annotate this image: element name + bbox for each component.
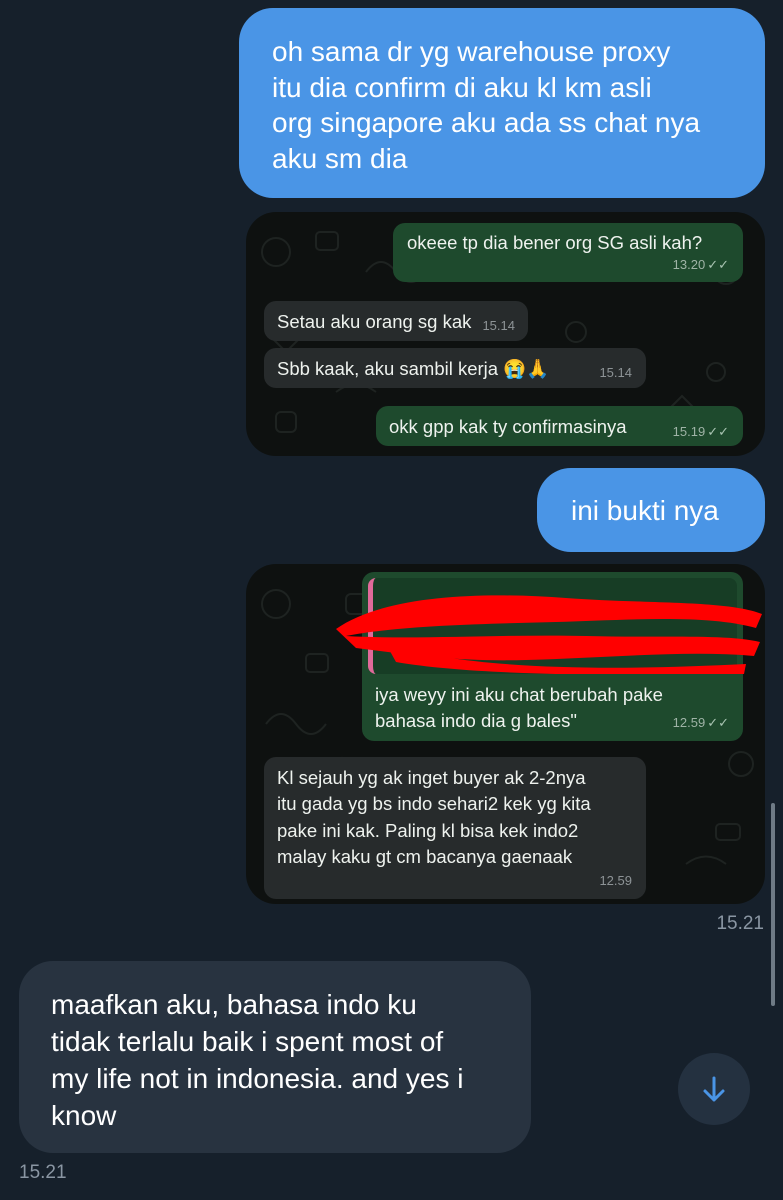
incoming-message-bubble[interactable]: maafkan aku, bahasa indo ku tidak terlal… bbox=[19, 961, 531, 1153]
scrollbar-thumb[interactable] bbox=[771, 803, 775, 1006]
redaction-scribble bbox=[336, 595, 762, 674]
whatsapp-screenshot-image[interactable]: iya weyy ini aku chat berubah pake bahas… bbox=[246, 564, 765, 904]
whatsapp-screenshot-image[interactable]: okeee tp dia bener org SG asli kah? 13.2… bbox=[246, 212, 765, 456]
message-time: 15.14 bbox=[599, 365, 632, 380]
whatsapp-outgoing-bubble: okk gpp kak ty confirmasinya 15.19 ✓✓ bbox=[376, 406, 743, 446]
whatsapp-message-text: bahasa indo dia g bales" bbox=[375, 710, 578, 732]
message-time: 15.14 bbox=[482, 318, 515, 333]
message-time: 15.19 bbox=[672, 424, 706, 439]
scroll-to-bottom-button[interactable] bbox=[678, 1053, 750, 1125]
whatsapp-incoming-bubble: Setau aku orang sg kak 15.14 bbox=[264, 301, 528, 341]
message-time: 13.20 bbox=[672, 256, 706, 272]
message-timestamp: 15.21 bbox=[19, 1162, 67, 1183]
whatsapp-message-text: pake ini kak. Paling kl bisa kek indo2 bbox=[277, 819, 579, 841]
outgoing-message-bubble[interactable]: oh sama dr yg warehouse proxy itu dia co… bbox=[239, 8, 765, 198]
message-text-line: tidak terlalu baik i spent most of bbox=[51, 1025, 444, 1057]
whatsapp-message-text: iya weyy ini aku chat berubah pake bbox=[375, 684, 663, 705]
whatsapp-message-text: Sbb kaak, aku sambil kerja 😭🙏 bbox=[277, 358, 550, 379]
whatsapp-incoming-bubble: Sbb kaak, aku sambil kerja 😭🙏 15.14 bbox=[264, 348, 646, 388]
double-check-icon: ✓✓ bbox=[707, 714, 729, 730]
message-text-line: org singapore aku ada ss chat nya bbox=[272, 107, 701, 139]
whatsapp-outgoing-bubble: okeee tp dia bener org SG asli kah? 13.2… bbox=[393, 223, 743, 282]
message-text-line: aku sm dia bbox=[272, 142, 408, 174]
message-text-line: know bbox=[51, 1099, 117, 1131]
whatsapp-message-text: itu gada yg bs indo sehari2 kek yg kita bbox=[277, 793, 591, 815]
message-text-line: maafkan aku, bahasa indo ku bbox=[51, 989, 417, 1020]
outgoing-message-bubble[interactable]: ini bukti nya bbox=[537, 468, 765, 552]
message-timestamp: 15.21 bbox=[716, 913, 764, 934]
whatsapp-message-text: okeee tp dia bener org SG asli kah? bbox=[407, 232, 703, 253]
whatsapp-message-text: Setau aku orang sg kak bbox=[277, 311, 472, 332]
arrow-down-icon bbox=[703, 1076, 725, 1102]
whatsapp-incoming-bubble: Kl sejauh yg ak inget buyer ak 2-2nya it… bbox=[264, 757, 646, 899]
message-time: 12.59 bbox=[672, 714, 706, 730]
message-text-line: itu dia confirm di aku kl km asli bbox=[272, 71, 652, 103]
double-check-icon: ✓✓ bbox=[707, 424, 729, 439]
whatsapp-message-text: okk gpp kak ty confirmasinya bbox=[389, 416, 627, 437]
whatsapp-message-text: Kl sejauh yg ak inget buyer ak 2-2nya bbox=[277, 767, 586, 788]
message-text-line: oh sama dr yg warehouse proxy bbox=[272, 36, 671, 67]
message-time: 12.59 bbox=[599, 872, 632, 888]
message-text: ini bukti nya bbox=[571, 495, 719, 526]
double-check-icon: ✓✓ bbox=[707, 256, 729, 272]
message-text-line: my life not in indonesia. and yes i bbox=[51, 1062, 464, 1094]
whatsapp-message-text: malay kaku gt cm bacanya gaenaak bbox=[277, 845, 573, 867]
